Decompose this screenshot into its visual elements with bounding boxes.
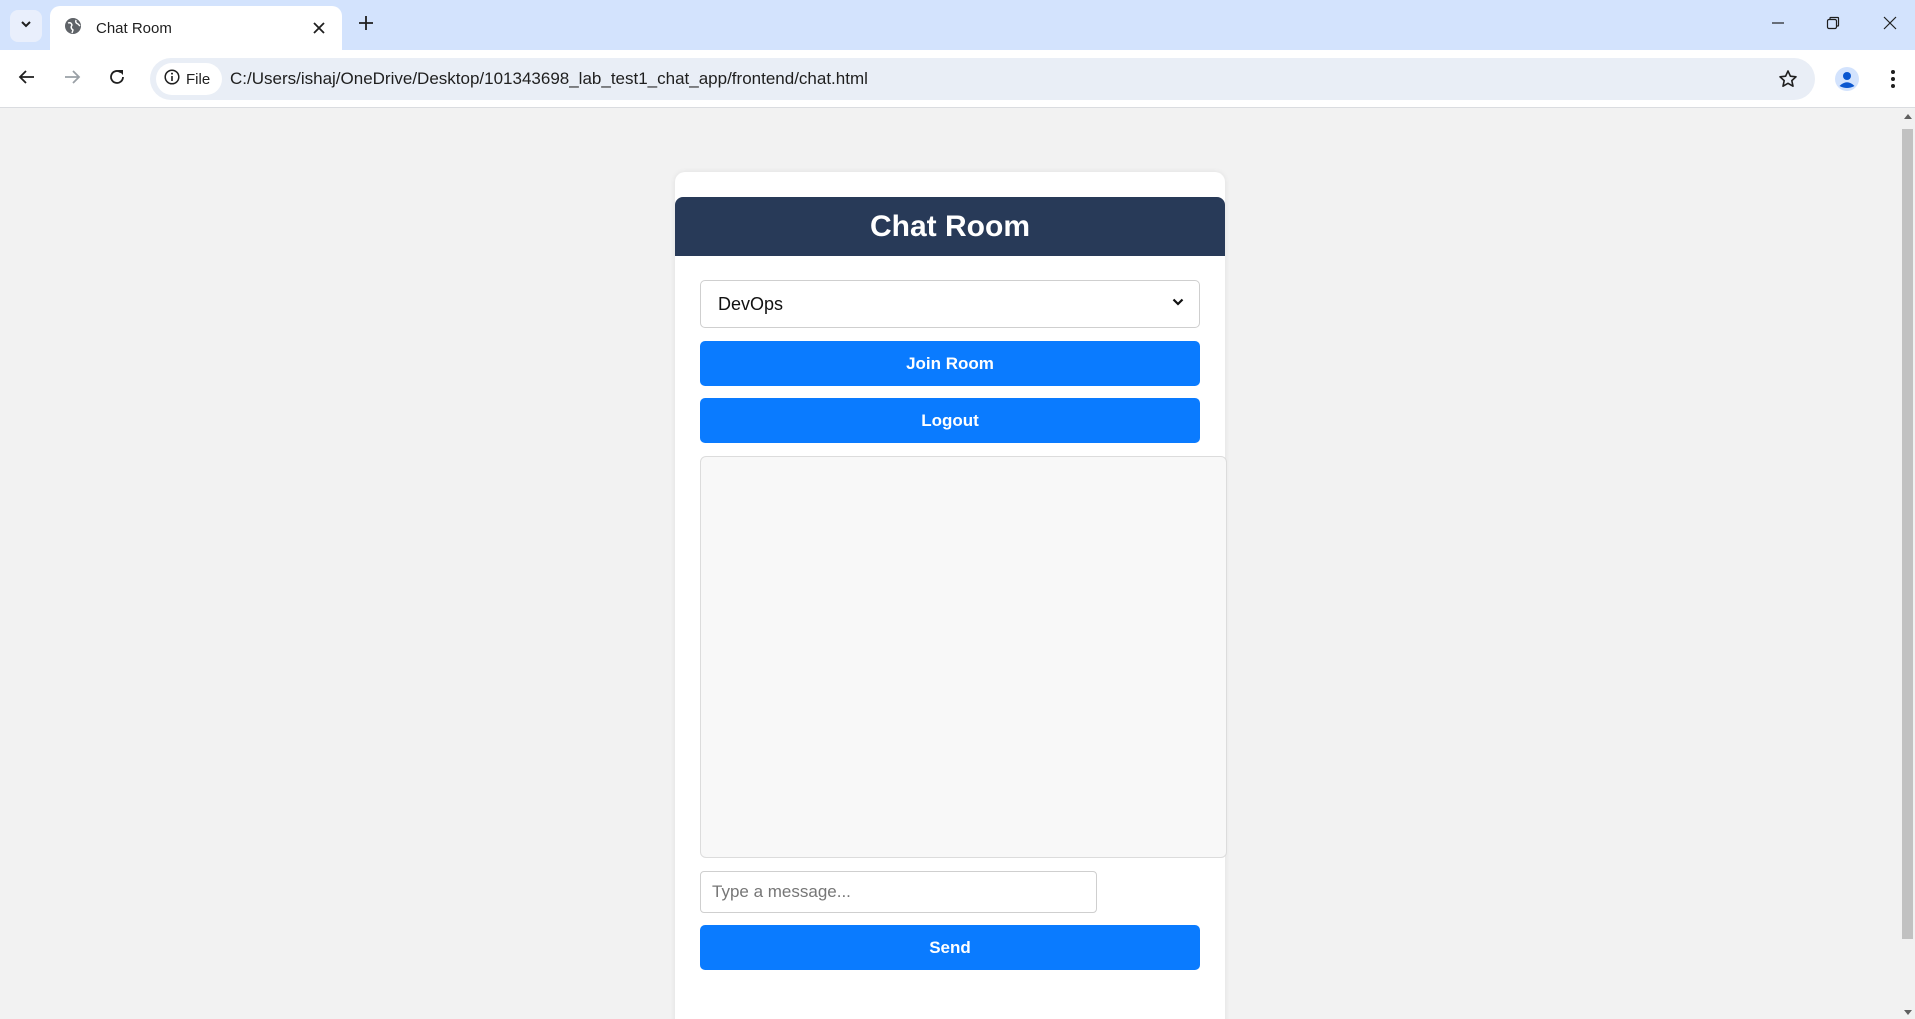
arrow-left-icon	[18, 68, 36, 91]
more-options-icon[interactable]	[1878, 64, 1908, 94]
close-icon	[1883, 16, 1897, 35]
messages-panel[interactable]	[700, 456, 1227, 858]
send-button[interactable]: Send	[700, 925, 1200, 970]
room-select-value: DevOps	[718, 293, 784, 314]
close-tab-icon[interactable]	[308, 17, 330, 39]
profile-avatar-icon[interactable]	[1832, 64, 1862, 94]
plus-icon	[358, 15, 374, 36]
minimize-icon	[1771, 16, 1785, 35]
reload-icon	[108, 68, 126, 91]
page-title: Chat Room	[870, 209, 1030, 243]
chat-card: Chat Room DevOps Join Room Logout Send	[675, 172, 1227, 1019]
scroll-down-arrow-icon[interactable]	[1904, 1010, 1912, 1015]
tab-search-button[interactable]	[10, 10, 42, 42]
site-info-label: File	[186, 70, 211, 88]
address-bar[interactable]: File C:/Users/ishaj/OneDrive/Desktop/101…	[150, 58, 1815, 100]
browser-tab[interactable]: Chat Room	[50, 6, 342, 50]
tab-title: Chat Room	[96, 19, 172, 37]
chat-header: Chat Room	[675, 197, 1225, 256]
reload-button[interactable]	[100, 62, 134, 96]
chevron-down-icon	[19, 17, 33, 36]
scroll-up-arrow-icon[interactable]	[1904, 114, 1912, 119]
globe-icon	[64, 17, 82, 40]
browser-toolbar: File C:/Users/ishaj/OneDrive/Desktop/101…	[0, 50, 1915, 108]
info-icon	[164, 69, 180, 89]
logout-button[interactable]: Logout	[700, 398, 1200, 443]
room-select[interactable]: DevOps	[700, 280, 1200, 328]
browser-tab-strip: Chat Room	[0, 0, 1915, 50]
site-info-chip[interactable]: File	[156, 63, 223, 95]
minimize-button[interactable]	[1750, 0, 1806, 50]
arrow-right-icon	[63, 68, 81, 91]
bookmark-star-icon[interactable]	[1775, 66, 1801, 92]
join-room-button[interactable]: Join Room	[700, 341, 1200, 386]
back-button[interactable]	[10, 62, 44, 96]
url-text[interactable]: C:/Users/ishaj/OneDrive/Desktop/10134369…	[230, 58, 868, 100]
chevron-down-icon	[1171, 295, 1185, 314]
close-window-button[interactable]	[1862, 0, 1915, 50]
new-tab-button[interactable]	[350, 9, 382, 41]
restore-icon	[1826, 16, 1840, 35]
message-input[interactable]	[700, 871, 1097, 913]
scroll-thumb[interactable]	[1902, 129, 1913, 939]
forward-button[interactable]	[55, 62, 89, 96]
restore-button[interactable]	[1805, 0, 1861, 50]
page-scrollbar[interactable]	[1900, 109, 1915, 1019]
